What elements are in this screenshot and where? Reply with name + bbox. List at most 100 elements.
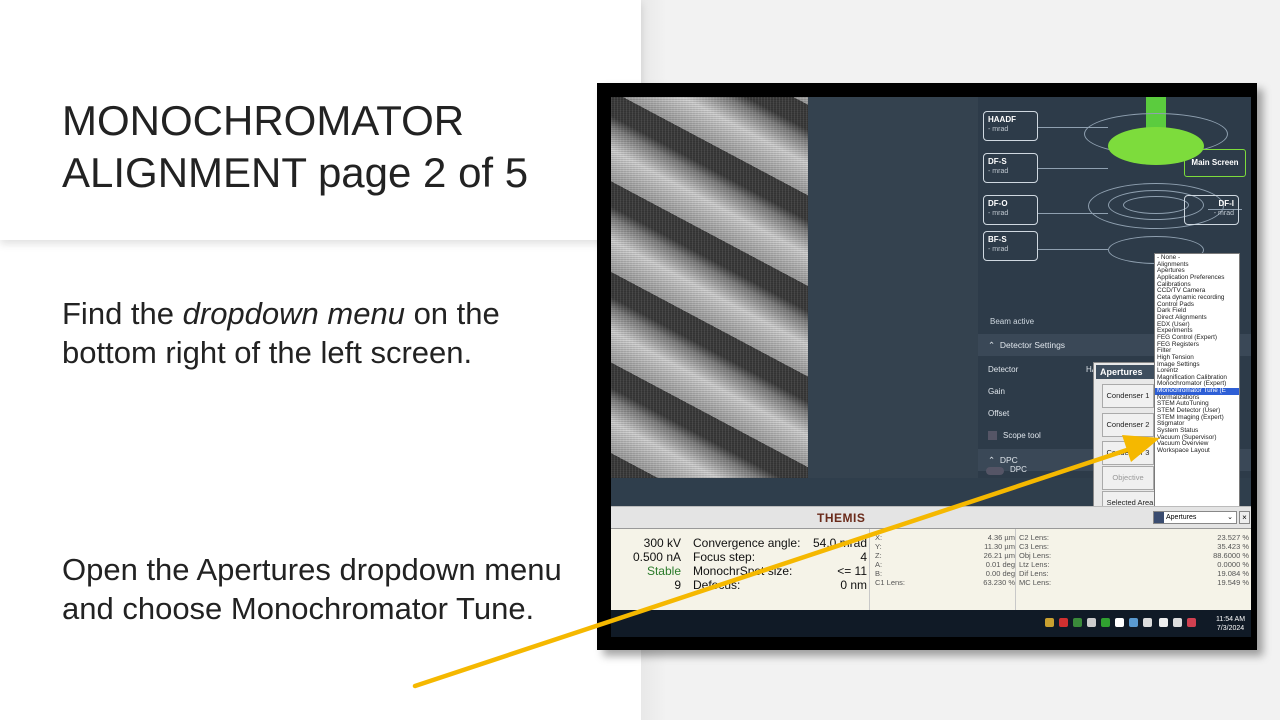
- instruction-text: Find the: [62, 296, 183, 331]
- beam-active-label: Beam active: [990, 317, 1035, 326]
- select-marker: [1154, 512, 1164, 523]
- slide-title: MONOCHROMATOR ALIGNMENT page 2 of 5: [62, 97, 529, 196]
- connector-line: [1038, 249, 1108, 250]
- status-col4_labels: B:: [875, 569, 883, 578]
- status-col2: Focus step:: [693, 550, 756, 564]
- status-col5_values: 19.084 %: [1217, 569, 1249, 578]
- detector-value: - mrad: [988, 126, 1009, 133]
- detector-bf-s[interactable]: BF-S - mrad: [983, 231, 1038, 261]
- column-divider: [1015, 529, 1016, 611]
- chevron-up-icon: ⌃: [988, 340, 1000, 350]
- status-col1: 9: [674, 578, 681, 592]
- objective-button[interactable]: Objective: [1102, 466, 1154, 490]
- detector-haadf[interactable]: HAADF - mrad: [983, 111, 1038, 141]
- status-col5_labels: Ltz Lens:: [1019, 560, 1050, 569]
- detector-name: HAADF: [988, 115, 1016, 124]
- workspace-select[interactable]: Apertures ⌄: [1153, 511, 1237, 524]
- scope-tool-label: Scope tool: [1003, 431, 1041, 440]
- status-col4_labels: A:: [875, 560, 883, 569]
- status-col4_labels: Z:: [875, 551, 882, 560]
- connector-line: [1038, 213, 1108, 214]
- tray-icon[interactable]: [1129, 618, 1138, 627]
- detector-label: Detector: [988, 365, 1019, 374]
- status-col1: Stable: [646, 564, 681, 578]
- status-col5_labels: Dif Lens:: [1019, 569, 1049, 578]
- status-col4_labels: Y:: [875, 542, 882, 551]
- gain-label: Gain: [988, 387, 1005, 396]
- status-col4_values: 0.01 deg: [985, 560, 1015, 569]
- battery-icon[interactable]: [1159, 618, 1168, 627]
- tray-icon[interactable]: [1101, 618, 1110, 627]
- condenser-2-button[interactable]: Condenser 2: [1102, 413, 1154, 437]
- clock[interactable]: 11:54 AM 7/3/2024: [1216, 615, 1245, 633]
- dpc-toggle[interactable]: [986, 467, 1004, 475]
- volume-icon[interactable]: [1143, 618, 1152, 627]
- detector-name: DF-S: [988, 157, 1007, 166]
- display-icon[interactable]: [1173, 618, 1182, 627]
- tray-icon[interactable]: [1045, 618, 1054, 627]
- offset-label: Offset: [988, 409, 1010, 418]
- status-col5_values: 0.0000 %: [1217, 560, 1249, 569]
- themis-bar: THEMIS Apertures ⌄ ×: [611, 506, 1251, 528]
- detector-df-i[interactable]: DF-I - mrad: [1184, 195, 1239, 225]
- screen: HAADF - mrad DF-S - mrad DF-O - mrad BF-…: [611, 97, 1251, 637]
- clock-date: 7/3/2024: [1216, 625, 1245, 632]
- status-col5_values: 23.527 %: [1217, 533, 1249, 542]
- menu-item[interactable]: Workspace Layout: [1157, 447, 1237, 455]
- column-divider: [869, 529, 870, 611]
- status-col5_values: 35.423 %: [1217, 542, 1249, 551]
- status-col2: Convergence angle:: [693, 536, 801, 550]
- apertures-title: Apertures: [1096, 365, 1158, 379]
- tray-icon[interactable]: [1073, 618, 1082, 627]
- sem-image: [611, 97, 808, 478]
- clock-time: 11:54 AM: [1216, 616, 1246, 623]
- connector-line: [1038, 127, 1108, 128]
- status-col3: 4: [860, 550, 867, 564]
- status-col4_values: 4.36 µm: [987, 533, 1015, 542]
- status-col5_labels: Obj Lens:: [1019, 551, 1052, 560]
- connector-line: [1038, 168, 1108, 169]
- detector-value: - mrad: [988, 246, 1009, 253]
- condenser-3-button[interactable]: Condenser 3: [1102, 441, 1154, 465]
- instruction-open-apertures: Open the Apertures dropdown menu and cho…: [62, 552, 562, 626]
- status-col4_values: 26.21 µm: [983, 551, 1015, 560]
- status-col1: 300 kV: [643, 536, 681, 550]
- status-col3: 0 nm: [840, 578, 867, 592]
- status-col2: Defocus:: [693, 578, 741, 592]
- detector-value: - mrad: [1213, 210, 1234, 217]
- select-value: Apertures: [1166, 514, 1197, 521]
- tray-icon[interactable]: [1087, 618, 1096, 627]
- status-col3: <= 11: [837, 564, 867, 578]
- status-col3: 54.0 mrad: [812, 536, 867, 550]
- detector-value: - mrad: [988, 210, 1009, 217]
- status-col4_values: 0.00 deg: [985, 569, 1015, 578]
- chevron-up-icon: ⌃: [988, 455, 1000, 465]
- checkbox-icon: [988, 431, 997, 441]
- status-panel: 300 kV 0.500 nA Stable 9 Convergence angle: F…: [611, 528, 1251, 611]
- scope-tool-checkbox[interactable]: Scope tool: [988, 431, 1041, 441]
- status-col4_labels: C1 Lens:: [875, 578, 906, 587]
- status-col5_labels: C2 Lens:: [1019, 533, 1050, 542]
- condenser-1-button[interactable]: Condenser 1: [1102, 384, 1154, 408]
- dpc-label: DPC: [1010, 465, 1027, 474]
- tray-icon[interactable]: [1187, 618, 1196, 627]
- instruction-find-dropdown: Find the dropdown menu on the bottom rig…: [62, 294, 582, 372]
- status-col2: MonochrSpot size:: [693, 564, 793, 578]
- detector-df-o[interactable]: DF-O - mrad: [983, 195, 1038, 225]
- viewer-panel: [808, 97, 978, 478]
- status-col1: 0.500 nA: [632, 550, 681, 564]
- dropdown-menu: - None - Alignments Apertures Application P…: [1154, 253, 1240, 525]
- detector-name: DF-O: [988, 199, 1008, 208]
- network-icon[interactable]: [1115, 618, 1124, 627]
- main-screen-button[interactable]: Main Screen: [1184, 149, 1246, 177]
- status-col4_values: 63.230 %: [983, 578, 1015, 587]
- detector-value: - mrad: [988, 168, 1009, 175]
- instruction-emphasis: dropdown menu: [182, 296, 405, 331]
- section-label: DPC: [999, 455, 1018, 465]
- close-button[interactable]: ×: [1239, 511, 1250, 524]
- status-col5_labels: C3 Lens:: [1019, 542, 1050, 551]
- tray-icon[interactable]: [1059, 618, 1068, 627]
- status-col5_values: 19.549 %: [1217, 578, 1249, 587]
- detector-df-s[interactable]: DF-S - mrad: [983, 153, 1038, 183]
- section-label: Detector Settings: [999, 340, 1066, 350]
